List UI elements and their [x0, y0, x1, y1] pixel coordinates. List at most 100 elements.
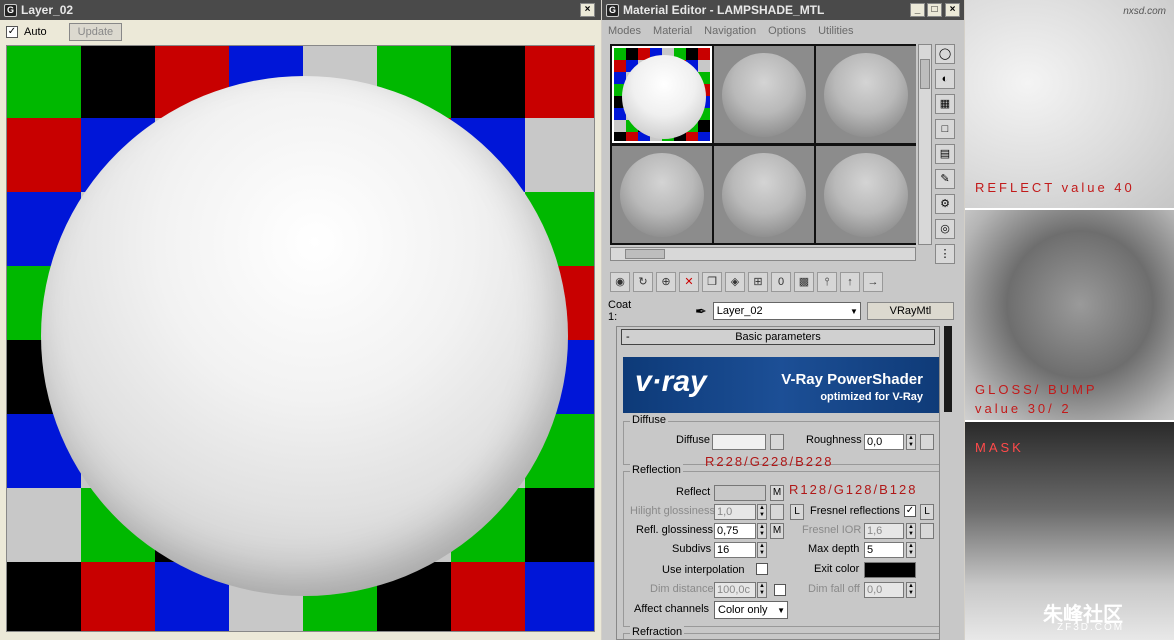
exit-color-swatch[interactable]	[864, 562, 916, 578]
viewport-titlebar: G Layer_02 ×	[0, 0, 601, 20]
reset-map-icon[interactable]: ✕	[679, 272, 699, 292]
fresnel-lock-button[interactable]: L	[920, 504, 934, 520]
rollout-toggle[interactable]: -	[626, 330, 630, 344]
put-to-scene-icon[interactable]: ↻	[633, 272, 653, 292]
slot-checker-cell	[614, 120, 626, 132]
update-button[interactable]: Update	[68, 23, 123, 41]
use-interpolation-label: Use interpolation	[662, 564, 745, 576]
sphere-sample-icon[interactable]: ◯	[935, 44, 955, 64]
go-to-parent-icon[interactable]: ↑	[840, 272, 860, 292]
render-viewport[interactable]	[6, 45, 595, 632]
make-unique-icon[interactable]: ◈	[725, 272, 745, 292]
material-navigator-icon[interactable]: ⋮	[935, 244, 955, 264]
minimize-icon[interactable]: _	[910, 3, 925, 17]
checker-cell	[7, 562, 81, 631]
sample-slot-active[interactable]	[612, 46, 712, 143]
fresnel-ior-input[interactable]: 1,6	[864, 523, 904, 539]
subdivs-spinner[interactable]: ▲ ▼	[757, 542, 767, 558]
app-icon: G	[4, 3, 17, 17]
checker-cell	[81, 562, 155, 631]
backlight-icon[interactable]: ◐	[935, 69, 955, 89]
gloss-bump-label-1: GLOSS/ BUMP	[975, 382, 1098, 397]
fresnel-ior-spinner[interactable]: ▲ ▼	[906, 523, 916, 539]
scroll-thumb[interactable]	[625, 249, 665, 259]
sample-slot[interactable]	[816, 46, 916, 143]
dim-distance-input[interactable]: 100,0c	[714, 582, 756, 598]
menu-options[interactable]: Options	[768, 25, 806, 37]
copy-material-icon[interactable]: ❐	[702, 272, 722, 292]
chevron-down-icon[interactable]: ▼	[850, 307, 858, 316]
exit-color-label: Exit color	[814, 563, 860, 575]
checker-cell	[525, 562, 594, 631]
show-map-in-viewport-icon[interactable]: ▩	[794, 272, 814, 292]
dim-distance-spinner[interactable]: ▲ ▼	[757, 582, 767, 598]
sample-slot[interactable]	[612, 146, 712, 243]
basic-params-rollout-header[interactable]: - Basic parameters	[621, 329, 935, 345]
sample-slot[interactable]	[816, 146, 916, 243]
slots-vscrollbar[interactable]	[918, 44, 932, 245]
roughness-input[interactable]: 0,0	[864, 434, 904, 450]
material-editor-titlebar: G Material Editor - LAMPSHADE_MTL _ □ ×	[602, 0, 964, 20]
menu-material[interactable]: Material	[653, 25, 692, 37]
material-id-channel-icon[interactable]: 0	[771, 272, 791, 292]
maximize-icon[interactable]: □	[927, 3, 942, 17]
make-preview-icon[interactable]: ✎	[935, 169, 955, 189]
fresnel-ior-map-button[interactable]	[920, 523, 934, 539]
hilight-spinner[interactable]: ▲ ▼	[757, 504, 767, 520]
diffuse-color-swatch[interactable]	[712, 434, 766, 450]
chevron-down-icon[interactable]: ▼	[777, 606, 785, 615]
fresnel-checkbox[interactable]: ✓	[904, 505, 916, 517]
uv-tiling-icon[interactable]: □	[935, 119, 955, 139]
affect-channels-select[interactable]: Color only ▼	[714, 601, 788, 619]
menu-modes[interactable]: Modes	[608, 25, 641, 37]
checker-cell	[525, 118, 594, 192]
material-type-button[interactable]: VRayMtl	[866, 302, 954, 320]
scroll-thumb[interactable]	[920, 59, 930, 89]
show-end-result-icon[interactable]: ⫯	[817, 272, 837, 292]
sample-slot[interactable]	[714, 46, 814, 143]
dim-distance-checkbox[interactable]	[774, 584, 786, 596]
menu-utilities[interactable]: Utilities	[818, 25, 853, 37]
eyedropper-icon[interactable]: ✒	[695, 303, 707, 320]
sample-sphere	[824, 53, 908, 137]
go-forward-sibling-icon[interactable]: →	[863, 272, 883, 292]
select-by-material-icon[interactable]: ◎	[935, 219, 955, 239]
put-to-library-icon[interactable]: ⊞	[748, 272, 768, 292]
close-icon[interactable]: ×	[580, 3, 595, 17]
close-icon[interactable]: ×	[945, 3, 960, 17]
group-label: Diffuse	[630, 414, 669, 426]
menu-navigation[interactable]: Navigation	[704, 25, 756, 37]
roughness-map-button[interactable]	[920, 434, 934, 450]
panel-scrollbar[interactable]	[944, 326, 952, 412]
refl-glossiness-map-button[interactable]: M	[770, 523, 784, 539]
sample-slot[interactable]	[714, 146, 814, 243]
dim-falloff-input[interactable]: 0,0	[864, 582, 904, 598]
hilight-map-button[interactable]	[770, 504, 784, 520]
background-checker-icon[interactable]: ▦	[935, 94, 955, 114]
diffuse-map-button[interactable]	[770, 434, 784, 450]
auto-checkbox[interactable]: ✓	[6, 26, 18, 38]
banner-product: V-Ray PowerShader	[781, 371, 923, 388]
max-depth-input[interactable]: 5	[864, 542, 904, 558]
reflect-color-swatch[interactable]	[714, 485, 766, 501]
material-name-field[interactable]: Layer_02 ▼	[712, 302, 861, 320]
checker-cell	[7, 118, 81, 192]
refl-glossiness-input[interactable]: 0,75	[714, 523, 756, 539]
reflect-map-button[interactable]: M	[770, 485, 784, 501]
refl-glossiness-spinner[interactable]: ▲ ▼	[757, 523, 767, 539]
watermark-top: nxsd.com	[1123, 6, 1166, 17]
roughness-spinner[interactable]: ▲ ▼	[906, 434, 916, 450]
slots-hscrollbar[interactable]	[610, 247, 916, 261]
assign-material-icon[interactable]: ⊕	[656, 272, 676, 292]
subdivs-input[interactable]: 16	[714, 542, 756, 558]
dim-falloff-spinner[interactable]: ▲ ▼	[906, 582, 916, 598]
video-color-check-icon[interactable]: ▤	[935, 144, 955, 164]
use-interpolation-checkbox[interactable]	[756, 563, 768, 575]
max-depth-spinner[interactable]: ▲ ▼	[906, 542, 916, 558]
hilight-lock-button[interactable]: L	[790, 504, 804, 520]
options-icon[interactable]: ⚙	[935, 194, 955, 214]
slot-checker-cell	[698, 120, 710, 132]
sample-sphere	[722, 153, 806, 237]
hilight-glossiness-input[interactable]: 1,0	[714, 504, 756, 520]
get-material-icon[interactable]: ◉	[610, 272, 630, 292]
